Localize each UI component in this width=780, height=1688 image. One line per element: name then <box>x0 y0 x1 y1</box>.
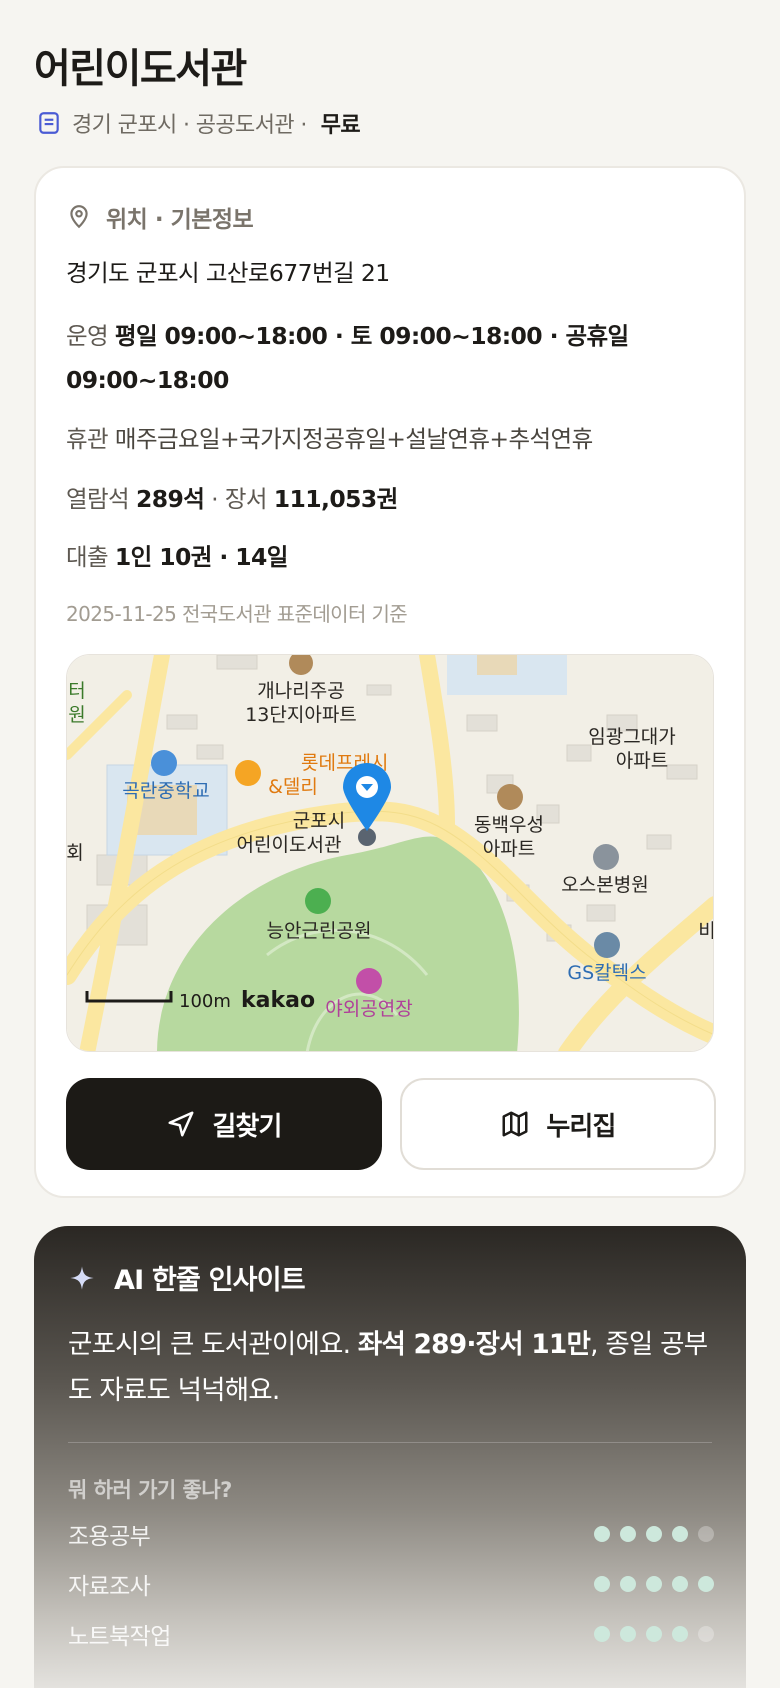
seats-label: 열람석 <box>66 485 130 513</box>
meta-text: 경기 군포시 · 공공도서관 · <box>72 113 307 138</box>
fee-badge: 무료 <box>320 113 361 138</box>
navigation-arrow-icon <box>168 1111 194 1137</box>
map-pin-icon <box>70 205 88 229</box>
score-row: 조용공부 <box>68 1516 714 1552</box>
score-dots <box>594 1626 714 1642</box>
rating-dot <box>698 1576 714 1592</box>
closed-value: 매주금요일+국가지정공휴일+설날연휴+추석연휴 <box>114 425 593 453</box>
score-name: 조용공부 <box>68 1524 151 1550</box>
directions-button[interactable]: 길찾기 <box>66 1078 382 1170</box>
operating-hours: 운영 평일 09:00~18:00 · 토 09:00~18:00 · 공휴일 … <box>66 314 706 402</box>
ai-title: AI 한줄 인사이트 <box>114 1265 306 1296</box>
homepage-label: 누리집 <box>546 1111 616 1142</box>
map-label-complex13: 개나리주공 <box>257 680 344 702</box>
closed-label: 휴관 <box>66 425 109 453</box>
sparkle-icon <box>70 1265 94 1290</box>
score-row: 노트북작업 <box>68 1616 714 1652</box>
closed-days: 휴관 매주금요일+국가지정공휴일+설날연휴+추석연휴 <box>66 420 593 454</box>
loan-value: 1인 10권 · 14일 <box>114 543 288 571</box>
svg-text:100m: 100m <box>179 991 231 1012</box>
rating-dot <box>698 1526 714 1542</box>
info-card: 위치 · 기본정보 경기도 군포시 고산로677번길 21 운영 평일 09:0… <box>34 166 746 1198</box>
svg-text:아파트: 아파트 <box>616 750 668 772</box>
homepage-button[interactable]: 누리집 <box>400 1078 716 1170</box>
score-name: 자료조사 <box>68 1574 151 1600</box>
map-fold-icon <box>502 1111 528 1137</box>
meta-line: 경기 군포시 · 공공도서관 · 무료 <box>36 106 361 140</box>
books-label: · 장서 <box>211 485 267 513</box>
svg-text:비: 비 <box>698 920 714 942</box>
svg-text:&델리: &델리 <box>268 776 318 798</box>
rating-dot <box>594 1576 610 1592</box>
svg-text:13단지아파트: 13단지아파트 <box>245 704 357 726</box>
svg-text:원: 원 <box>68 704 85 726</box>
rating-dot <box>672 1576 688 1592</box>
rating-dot <box>646 1526 662 1542</box>
seats-books: 열람석 289석 · 장서 111,053권 <box>66 480 398 514</box>
divider <box>68 1442 712 1443</box>
rating-dot <box>646 1626 662 1642</box>
svg-text:터: 터 <box>68 680 85 702</box>
rating-dot <box>620 1626 636 1642</box>
map-label-outdoor: 야외공연장 <box>325 998 412 1020</box>
svg-text:회: 회 <box>67 842 84 864</box>
ai-header: AI 한줄 인사이트 <box>68 1258 306 1297</box>
svg-text:어린이도서관: 어린이도서관 <box>237 834 342 856</box>
rating-dot <box>698 1626 714 1642</box>
ai-insight-card: AI 한줄 인사이트 군포시의 큰 도서관이에요. 좌석 289·장서 11만,… <box>34 1226 746 1688</box>
ai-insight-text: 군포시의 큰 도서관이에요. 좌석 289·장서 11만, 종일 공부도 자료도… <box>68 1329 708 1406</box>
rating-dot <box>620 1576 636 1592</box>
score-dots <box>594 1576 714 1592</box>
score-name: 노트북작업 <box>68 1624 171 1650</box>
map-brand-logo: kakao <box>241 988 315 1013</box>
map-label-hospital: 오스본병원 <box>561 874 648 896</box>
map-label-park: 능안근린공원 <box>267 920 372 942</box>
map-label-gs: GS칼텍스 <box>567 962 646 984</box>
address: 경기도 군포시 고산로677번길 21 <box>66 259 390 287</box>
rating-dot <box>646 1576 662 1592</box>
rating-dot <box>672 1526 688 1542</box>
loan-policy: 대출 1인 10권 · 14일 <box>66 538 288 572</box>
map-label-library: 군포시 <box>293 810 345 832</box>
purpose-question: 뭐 하러 가기 좋나? <box>68 1478 232 1502</box>
data-source-date: 2025-11-25 전국도서관 표준데이터 기준 <box>66 602 408 626</box>
directions-label: 길찾기 <box>212 1111 282 1142</box>
section-title: 위치 · 기본정보 <box>106 207 254 233</box>
rating-dot <box>620 1526 636 1542</box>
rating-dot <box>594 1626 610 1642</box>
books-value: 111,053권 <box>273 485 398 513</box>
score-dots <box>594 1526 714 1542</box>
rating-dot <box>672 1626 688 1642</box>
document-icon <box>39 112 59 134</box>
map-label-school: 곡란중학교 <box>122 780 209 802</box>
score-row: 자료조사 <box>68 1566 714 1602</box>
location-map[interactable]: 개나리주공 13단지아파트 곡란중학교 롯데프레시 &델리 군포시 어린이도서관… <box>66 654 714 1052</box>
page-title: 어린이도서관 <box>34 46 247 92</box>
section-header: 위치 · 기본정보 <box>66 200 254 234</box>
rating-dot <box>594 1526 610 1542</box>
svg-text:동백우성: 동백우성 <box>474 814 544 836</box>
seats-value: 289석 <box>135 485 205 513</box>
svg-text:임광그대가: 임광그대가 <box>588 726 675 748</box>
svg-text:아파트: 아파트 <box>483 838 535 860</box>
hours-value: 평일 09:00~18:00 · 토 09:00~18:00 · 공휴일 09:… <box>66 322 629 394</box>
hours-label: 운영 <box>66 322 109 350</box>
loan-label: 대출 <box>66 543 109 571</box>
